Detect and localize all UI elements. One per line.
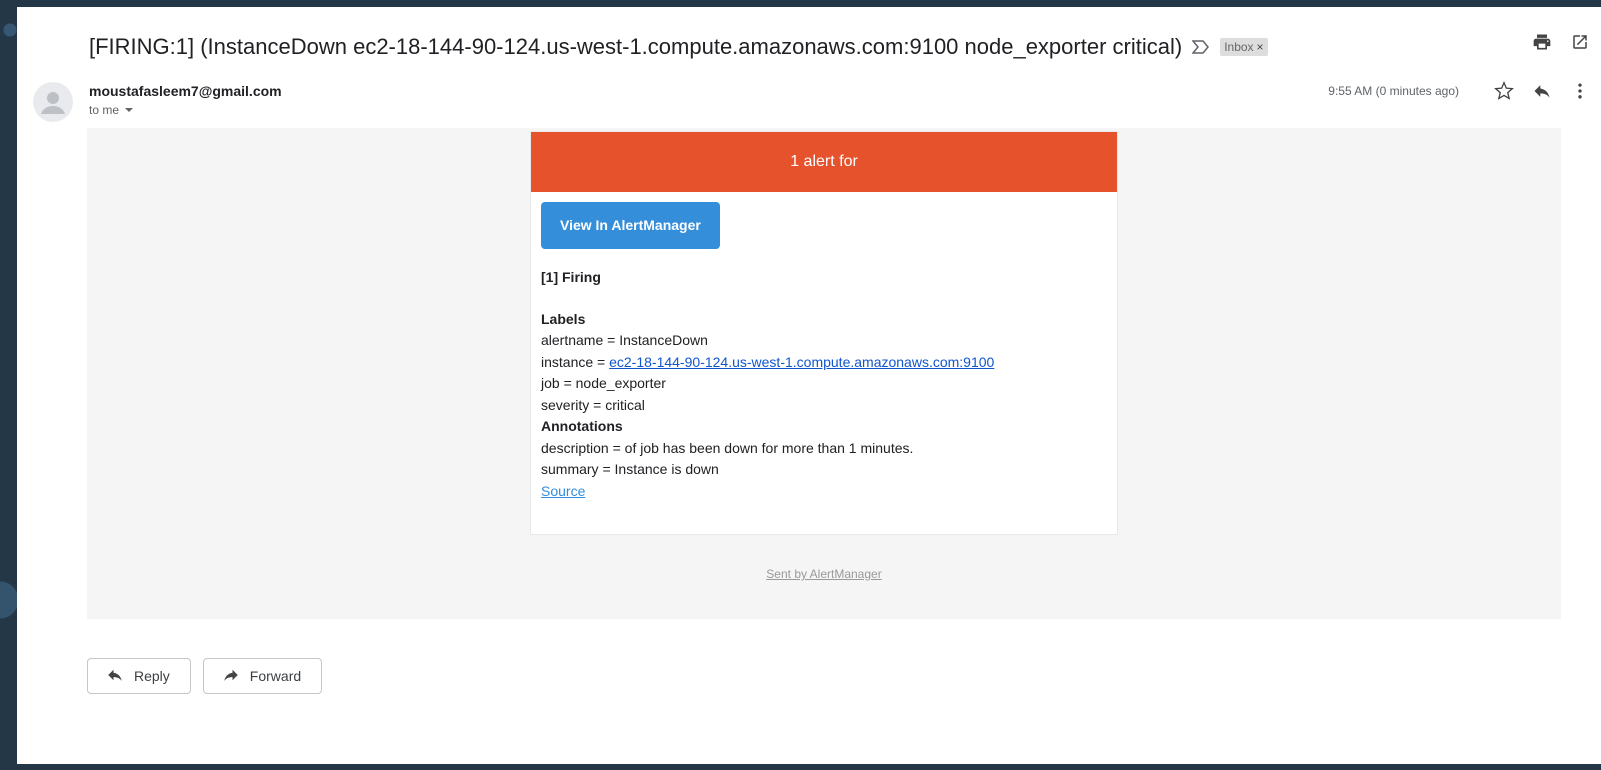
reply-button[interactable]: Reply: [87, 658, 191, 694]
reply-forward-bar: Reply Forward: [87, 658, 323, 694]
sent-by-alertmanager-link[interactable]: Sent by AlertManager: [766, 567, 881, 581]
email-subject: [FIRING:1] (InstanceDown ec2-18-144-90-1…: [89, 34, 1183, 59]
annotations-heading: Annotations: [541, 418, 623, 434]
recipient-details[interactable]: to me: [89, 103, 134, 117]
email-body: 1 alert for View In AlertManager [1] Fir…: [87, 128, 1561, 619]
thread-actions: [1531, 31, 1591, 53]
alertname-line: alertname = InstanceDown: [541, 332, 708, 348]
sent-by-footer: Sent by AlertManager: [530, 567, 1118, 581]
reply-icon: [106, 666, 124, 687]
remove-label-icon[interactable]: ×: [1257, 40, 1264, 54]
message-actions: [1493, 80, 1591, 102]
alert-content: View In AlertManager [1] Firing Labels a…: [531, 192, 1117, 502]
avatar-icon: [33, 82, 73, 122]
labels-heading: Labels: [541, 310, 586, 327]
inbox-label-text: Inbox: [1224, 40, 1254, 54]
alert-card: 1 alert for View In AlertManager [1] Fir…: [530, 131, 1118, 535]
reply-label: Reply: [134, 668, 170, 684]
instance-line: instance = ec2-18-144-90-124.us-west-1.c…: [541, 352, 1107, 374]
to-me-label: to me: [89, 103, 120, 117]
instance-prefix: instance =: [541, 353, 610, 370]
more-vert-icon[interactable]: [1569, 80, 1591, 102]
instance-link[interactable]: ec2-18-144-90-124.us-west-1.compute.amaz…: [609, 354, 994, 370]
subject-row: [FIRING:1] (InstanceDown ec2-18-144-90-1…: [89, 27, 1268, 67]
email-view: [FIRING:1] (InstanceDown ec2-18-144-90-1…: [17, 7, 1601, 764]
reply-icon[interactable]: [1531, 80, 1553, 102]
chevron-down-icon[interactable]: [125, 108, 134, 112]
description-line: description = of job has been down for m…: [541, 439, 914, 456]
source-link[interactable]: Source: [541, 483, 585, 499]
forward-label: Forward: [249, 668, 302, 684]
email-timestamp: 9:55 AM (0 minutes ago): [1328, 84, 1459, 98]
print-icon[interactable]: [1531, 31, 1553, 53]
label-important-icon[interactable]: [1192, 38, 1210, 56]
firing-heading: [1] Firing: [541, 269, 601, 285]
severity-line: severity = critical: [541, 396, 645, 413]
alert-header: 1 alert for: [531, 132, 1117, 192]
summary-line: summary = Instance is down: [541, 461, 719, 477]
forward-button[interactable]: Forward: [202, 658, 323, 694]
star-icon[interactable]: [1493, 80, 1515, 102]
open-in-new-window-icon[interactable]: [1569, 31, 1591, 53]
inbox-label-chip: Inbox ×: [1220, 38, 1268, 56]
job-line: job = node_exporter: [541, 375, 666, 391]
view-in-alertmanager-button[interactable]: View In AlertManager: [541, 202, 720, 249]
sender-email[interactable]: moustafasleem7@gmail.com: [89, 83, 282, 99]
forward-icon: [222, 666, 240, 687]
